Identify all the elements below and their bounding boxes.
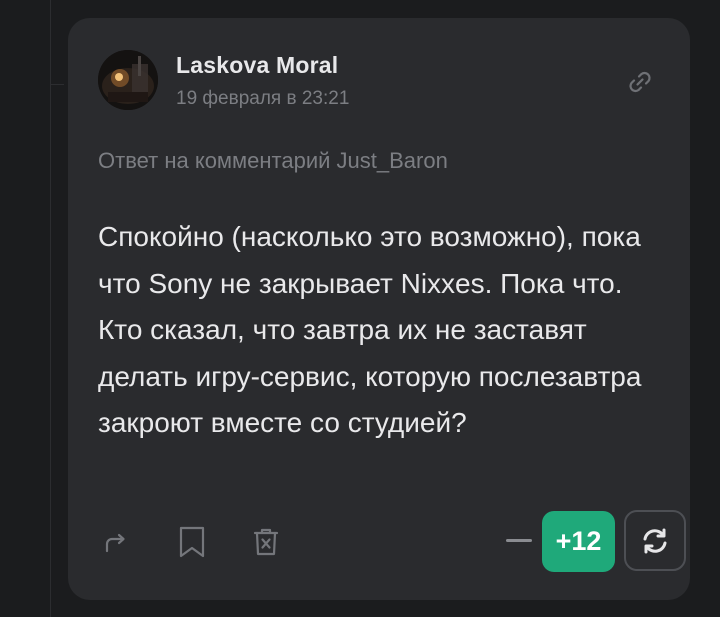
share-icon[interactable] xyxy=(98,524,134,560)
comment-date[interactable]: 19 февраля в 23:21 xyxy=(176,88,349,110)
bookmark-icon[interactable] xyxy=(174,524,210,560)
avatar[interactable] xyxy=(98,50,158,110)
rating-score[interactable]: +12 xyxy=(542,511,615,572)
reply-to-label[interactable]: Ответ на комментарий Just_Baron xyxy=(98,148,448,174)
comment-text: Спокойно (насколько это возможно), пока … xyxy=(98,221,642,438)
refresh-icon[interactable] xyxy=(624,510,686,571)
link-icon[interactable] xyxy=(624,66,656,98)
comment-card: Laskova Moral 19 февраля в 23:21 Ответ н… xyxy=(68,18,690,600)
thread-connector xyxy=(50,84,64,85)
author-name[interactable]: Laskova Moral xyxy=(176,52,338,79)
thread-line xyxy=(50,0,51,617)
avatar-image xyxy=(98,50,158,110)
trash-icon[interactable] xyxy=(248,524,284,560)
page: Laskova Moral 19 февраля в 23:21 Ответ н… xyxy=(0,0,720,617)
downvote-button[interactable] xyxy=(506,539,532,542)
